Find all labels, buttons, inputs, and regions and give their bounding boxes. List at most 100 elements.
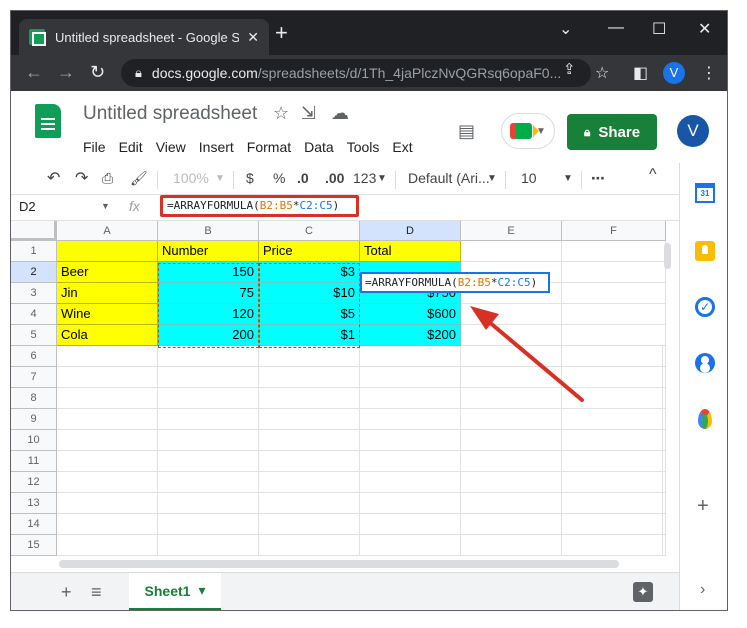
zoom-select[interactable]: 100% [173, 170, 209, 186]
cell-e5[interactable] [461, 325, 562, 346]
cell-d4[interactable]: $600 [360, 304, 461, 325]
side-panel-icon[interactable]: ◧ [633, 63, 648, 83]
cell-a1[interactable] [57, 241, 158, 262]
cell-e1[interactable] [461, 241, 562, 262]
add-sheet-button[interactable]: + [61, 582, 72, 603]
redo-icon[interactable]: ↷ [75, 168, 88, 188]
row-header[interactable]: 2 [11, 262, 57, 283]
column-header-b[interactable]: B [158, 221, 259, 241]
cell-c1[interactable]: Price [259, 241, 360, 262]
share-button[interactable]: 🔒︎ Share [567, 114, 657, 150]
row-header[interactable]: 10 [11, 430, 57, 451]
row-header[interactable]: 9 [11, 409, 57, 430]
row-header[interactable]: 14 [11, 514, 57, 535]
font-select[interactable]: Default (Ari... [408, 170, 490, 186]
tab-search-icon[interactable]: ⌄ [559, 19, 572, 39]
cell-c4[interactable]: $5 [259, 304, 360, 325]
cell-e4[interactable] [461, 304, 562, 325]
formula-input[interactable]: =ARRAYFORMULA(B2:B5*C2:C5) [160, 195, 359, 217]
cell-b4[interactable]: 120 [158, 304, 259, 325]
vertical-scrollbar[interactable] [664, 243, 671, 269]
cell-f5[interactable] [562, 325, 666, 346]
row-header[interactable]: 6 [11, 346, 57, 367]
decrease-decimal-button[interactable]: .0 [297, 170, 309, 186]
menu-view[interactable]: View [156, 139, 186, 155]
move-folder-icon[interactable]: ⇲ [301, 103, 316, 124]
cell-b5[interactable]: 200 [158, 325, 259, 346]
collapse-toolbar-icon[interactable]: ^ [649, 166, 657, 184]
share-page-icon[interactable]: ⇪ [563, 60, 576, 78]
row-header[interactable]: 7 [11, 367, 57, 388]
meet-button[interactable]: ▼ [501, 113, 555, 149]
print-icon[interactable]: ⎙ [102, 170, 113, 187]
back-icon[interactable]: ← [25, 62, 43, 82]
select-all-corner[interactable] [11, 221, 57, 241]
minimize-button[interactable]: — [608, 19, 624, 37]
cell-a5[interactable]: Cola [57, 325, 158, 346]
url-input[interactable]: 🔒︎ docs.google.com /spreadsheets/d/1Th_4… [121, 59, 591, 87]
row-header[interactable]: 13 [11, 493, 57, 514]
tasks-icon[interactable]: ✓ [695, 297, 715, 317]
document-title[interactable]: Untitled spreadsheet [83, 103, 257, 125]
maps-icon[interactable] [698, 409, 712, 429]
sheets-logo-icon[interactable] [35, 104, 61, 138]
chrome-menu-icon[interactable]: ⋮ [701, 63, 717, 83]
font-caret-icon[interactable]: ▼ [487, 173, 497, 184]
menu-edit[interactable]: Edit [119, 139, 143, 155]
percent-format-button[interactable]: % [273, 170, 285, 186]
menu-extensions[interactable]: Ext [392, 139, 412, 155]
row-header[interactable]: 11 [11, 451, 57, 472]
cloud-status-icon[interactable]: ☁︎ [331, 103, 349, 124]
empty-cell-area[interactable] [57, 346, 666, 556]
row-header[interactable]: 8 [11, 388, 57, 409]
browser-tab[interactable]: Untitled spreadsheet - Google Sh ✕ [19, 19, 269, 55]
comments-icon[interactable]: ▤ [458, 121, 475, 142]
column-header-a[interactable]: A [57, 221, 158, 241]
cell-c5[interactable]: $1 [259, 325, 360, 346]
cell-c2[interactable]: $3 [259, 262, 360, 283]
row-header[interactable]: 15 [11, 535, 57, 556]
row-header[interactable]: 1 [11, 241, 57, 262]
cell-b2[interactable]: 150 [158, 262, 259, 283]
cell-editor-d2[interactable]: =ARRAYFORMULA(B2:B5*C2:C5) [360, 272, 550, 293]
currency-format-button[interactable]: $ [246, 170, 254, 186]
cell-f1[interactable] [562, 241, 666, 262]
font-size-caret-icon[interactable]: ▼ [563, 173, 573, 184]
close-window-button[interactable]: ✕ [698, 19, 711, 39]
name-box-caret-icon[interactable]: ▼ [101, 201, 110, 211]
menu-format[interactable]: Format [247, 139, 291, 155]
row-header[interactable]: 12 [11, 472, 57, 493]
paint-format-icon[interactable]: 🖌︎ [130, 170, 148, 187]
star-icon[interactable]: ☆ [273, 103, 289, 124]
cell-a4[interactable]: Wine [57, 304, 158, 325]
keep-icon[interactable] [695, 241, 715, 261]
new-tab-button[interactable]: + [275, 22, 288, 44]
bookmark-star-icon[interactable]: ☆ [595, 63, 609, 83]
cell-c3[interactable]: $10 [259, 283, 360, 304]
cell-a3[interactable]: Jin [57, 283, 158, 304]
forward-icon[interactable]: → [57, 62, 75, 82]
contacts-icon[interactable] [695, 353, 715, 373]
maximize-button[interactable]: ☐ [652, 19, 666, 39]
cell-f2[interactable] [562, 262, 666, 283]
row-header[interactable]: 4 [11, 304, 57, 325]
lock-icon[interactable]: 🔒︎ [135, 65, 142, 81]
cell-d5[interactable]: $200 [360, 325, 461, 346]
horizontal-scrollbar[interactable] [59, 560, 619, 568]
get-addons-icon[interactable]: + [697, 495, 709, 518]
all-sheets-button[interactable]: ≡ [91, 582, 102, 603]
chrome-profile-avatar[interactable]: V [663, 62, 685, 84]
more-formats-button[interactable]: 123 [353, 170, 376, 186]
reload-icon[interactable]: ↻ [90, 62, 105, 82]
cell-d1[interactable]: Total [360, 241, 461, 262]
explore-icon[interactable]: ✦ [633, 582, 653, 602]
calendar-icon[interactable]: 31 [695, 183, 715, 203]
increase-decimal-button[interactable]: .00 [325, 170, 344, 186]
row-header[interactable]: 3 [11, 283, 57, 304]
column-header-e[interactable]: E [461, 221, 562, 241]
cell-f3[interactable] [562, 283, 666, 304]
zoom-caret-icon[interactable]: ▼ [215, 173, 225, 184]
name-box[interactable]: D2 [19, 199, 36, 214]
row-header[interactable]: 5 [11, 325, 57, 346]
menu-file[interactable]: File [83, 139, 106, 155]
